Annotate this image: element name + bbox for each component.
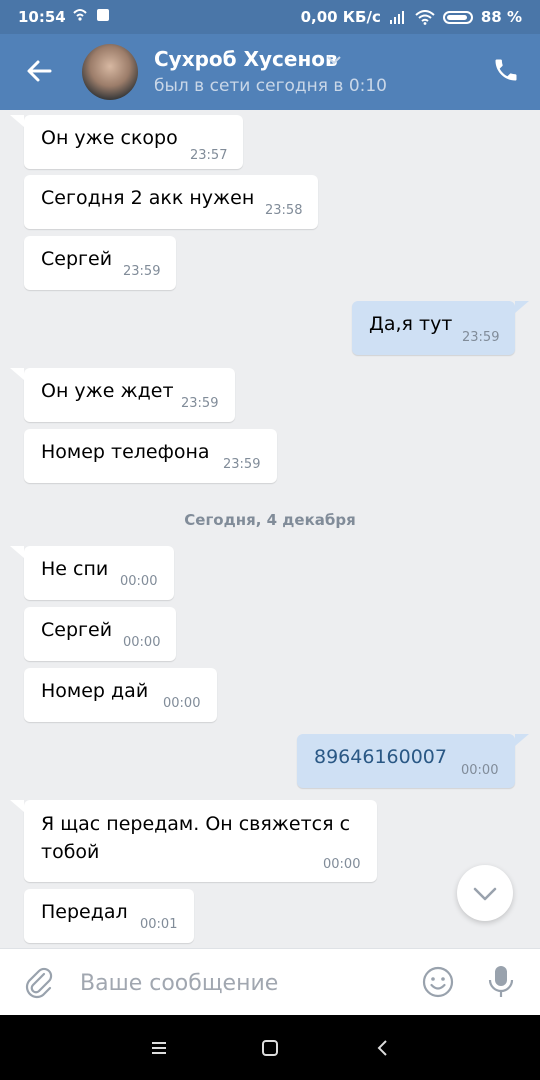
message-time: 23:59: [181, 396, 219, 411]
message-bubble[interactable]: Номер телефона 23:59: [24, 429, 277, 483]
message-time: 00:01: [140, 917, 178, 932]
message-text: Он уже скоро: [41, 127, 178, 149]
message-time: 00:00: [163, 696, 201, 711]
chat-header: Сухроб Хусенов был в сети сегодня в 0:10: [0, 34, 540, 110]
message-text: Сергей: [41, 248, 113, 270]
message-text: Сергей: [41, 619, 113, 641]
message-time: 00:00: [323, 857, 361, 872]
message-text: Номер дай: [41, 680, 149, 702]
avatar[interactable]: [82, 44, 138, 100]
message-bubble[interactable]: Сергей 23:59: [24, 236, 176, 290]
message-bubble[interactable]: Он уже скоро 23:57: [24, 115, 243, 169]
notification-icon: [97, 9, 109, 21]
system-navigation-bar: [0, 1015, 540, 1080]
wifi-icon: [415, 9, 435, 25]
phone-number-link[interactable]: 89646160007: [314, 746, 447, 768]
message-text: Не спи: [41, 558, 109, 580]
bubble-tail: [10, 368, 24, 380]
message-text: Номер телефона: [41, 441, 210, 463]
chevron-down-icon[interactable]: [326, 52, 342, 68]
chevron-down-icon: [473, 887, 497, 901]
message-time: 23:58: [265, 203, 303, 218]
message-time: 23:57: [190, 148, 228, 163]
network-speed: 0,00 КБ/с: [300, 8, 381, 26]
message-bubble[interactable]: Передал 00:01: [24, 889, 194, 943]
message-text: Да,я тут: [369, 313, 453, 335]
bubble-tail: [515, 301, 529, 313]
battery-level: 88 %: [480, 8, 522, 26]
message-text: Он уже ждет: [41, 380, 174, 402]
message-bubble[interactable]: Он уже ждет 23:59: [24, 368, 235, 422]
message-time: 00:00: [120, 574, 158, 589]
hotspot-icon: [73, 9, 87, 21]
smile-icon[interactable]: [421, 965, 455, 999]
paperclip-icon[interactable]: [22, 965, 56, 999]
status-left-icons: [72, 8, 110, 22]
message-bubble[interactable]: Сергей 00:00: [24, 607, 176, 661]
last-seen-status: был в сети сегодня в 0:10: [154, 76, 387, 96]
message-input[interactable]: [78, 967, 402, 999]
status-bar: 10:54 0,00 КБ/с 88 %: [0, 0, 540, 34]
scroll-to-bottom-button[interactable]: [457, 865, 513, 921]
message-bubble[interactable]: Я щас передам. Он свяжется с тобой 00:00: [24, 800, 377, 882]
message-text: Сегодня 2 акк нужен: [41, 187, 255, 209]
status-right: 0,00 КБ/с 88 %: [301, 8, 522, 26]
message-time: 23:59: [223, 457, 261, 472]
menu-icon[interactable]: [146, 1035, 172, 1061]
bubble-tail: [10, 115, 24, 127]
battery-icon: [442, 10, 473, 24]
back-nav-icon[interactable]: [370, 1035, 396, 1061]
message-text: Я щас передам. Он свяжется с тобой: [41, 813, 351, 863]
message-time: 00:00: [461, 763, 499, 778]
message-bubble[interactable]: Сегодня 2 акк нужен 23:58: [24, 175, 318, 229]
message-list[interactable]: Он уже скоро 23:57 Сегодня 2 акк нужен 2…: [0, 110, 540, 948]
microphone-icon[interactable]: [486, 964, 516, 1000]
contact-name[interactable]: Сухроб Хусенов: [154, 47, 338, 71]
date-separator: Сегодня, 4 декабря: [184, 511, 356, 529]
phone-icon[interactable]: [492, 56, 520, 84]
home-icon[interactable]: [257, 1035, 283, 1061]
message-bubble[interactable]: Не спи 00:00: [24, 546, 174, 600]
message-time: 23:59: [462, 330, 500, 345]
message-time: 00:00: [123, 635, 161, 650]
message-bubble-outgoing[interactable]: Да,я тут 23:59: [352, 301, 515, 355]
bubble-tail: [515, 734, 529, 746]
bubble-tail: [10, 800, 24, 812]
message-composer: [0, 948, 540, 1015]
signal-icon: [389, 11, 404, 24]
arrow-left-icon[interactable]: [22, 54, 56, 88]
message-text: Передал: [41, 901, 128, 923]
message-bubble[interactable]: Номер дай 00:00: [24, 668, 217, 722]
bubble-tail: [10, 546, 24, 558]
message-bubble-outgoing[interactable]: 89646160007 00:00: [297, 734, 515, 788]
status-time: 10:54: [18, 8, 66, 26]
message-time: 23:59: [123, 264, 161, 279]
